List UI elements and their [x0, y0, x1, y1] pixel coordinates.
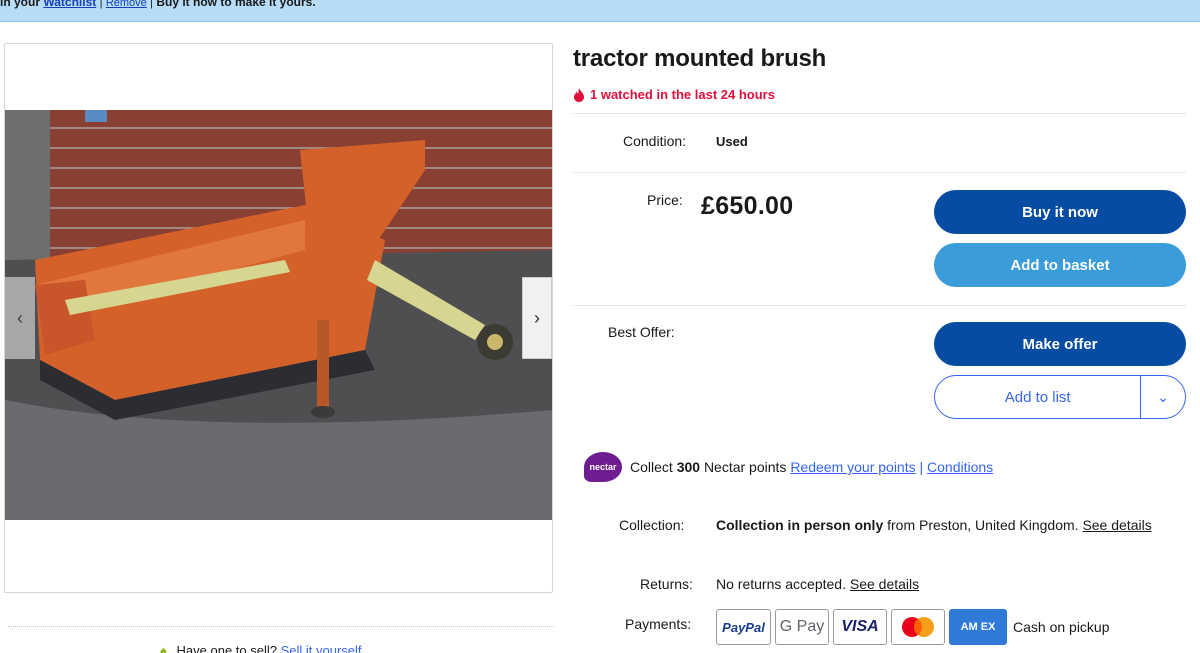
- cash-on-pickup: Cash on pickup: [1013, 619, 1110, 635]
- sell-it-yourself-link[interactable]: Sell it yourself: [281, 643, 362, 653]
- amex-icon: AM EX: [949, 609, 1007, 645]
- sell-prompt: ♠ Have one to sell? Sell it yourself: [160, 643, 362, 653]
- divider: [573, 172, 1186, 173]
- add-to-basket-button[interactable]: Add to basket: [934, 243, 1186, 287]
- chevron-left-icon: ‹: [17, 307, 23, 328]
- add-to-list-button[interactable]: Add to list: [935, 389, 1140, 406]
- leaf-icon: ♠: [160, 643, 167, 653]
- best-offer-label: Best Offer:: [608, 324, 675, 340]
- watch-count: 1 watched in the last 24 hours: [573, 87, 775, 102]
- google-pay-icon: G Pay: [775, 609, 829, 645]
- remove-link[interactable]: Remove: [106, 0, 147, 9]
- item-photo[interactable]: [5, 110, 552, 520]
- collection-see-details-link[interactable]: See details: [1082, 517, 1151, 533]
- visa-icon: VISA: [833, 609, 887, 645]
- payments-label: Payments:: [625, 616, 692, 632]
- add-to-list-control: Add to list ⌄: [934, 375, 1186, 419]
- watchlist-link[interactable]: Watchlist: [43, 0, 96, 9]
- flame-icon: [574, 87, 584, 102]
- banner-message: Buy it now to make it yours.: [156, 0, 316, 9]
- redeem-points-link[interactable]: Redeem your points: [790, 459, 915, 475]
- chevron-right-icon: ›: [534, 307, 540, 328]
- make-offer-button[interactable]: Make offer: [934, 322, 1186, 366]
- nectar-logo: nectar: [584, 452, 622, 482]
- condition-label: Condition:: [623, 133, 687, 149]
- buy-it-now-button[interactable]: Buy it now: [934, 190, 1186, 234]
- nectar-promo: nectar Collect 300 Nectar points Redeem …: [584, 452, 993, 482]
- chevron-down-icon[interactable]: ⌄: [1141, 389, 1185, 406]
- mastercard-icon: [891, 609, 945, 645]
- paypal-icon: PayPal: [716, 609, 771, 645]
- price-value: £650.00: [701, 192, 794, 220]
- conditions-link[interactable]: Conditions: [927, 459, 993, 475]
- returns-label: Returns:: [640, 576, 693, 592]
- payment-methods: PayPal G Pay VISA AM EX Cash on pickup: [716, 609, 1110, 645]
- watchlist-banner: in your Watchlist | Remove | Buy it now …: [0, 0, 1200, 22]
- banner-prefix: in your: [0, 0, 41, 9]
- collection-value: Collection in person only from Preston, …: [716, 517, 1152, 533]
- condition-value: Used: [716, 134, 748, 149]
- price-label: Price:: [647, 192, 683, 208]
- collection-label: Collection:: [619, 517, 685, 533]
- returns-value: No returns accepted. See details: [716, 576, 920, 592]
- returns-see-details-link[interactable]: See details: [850, 576, 919, 592]
- next-image-button[interactable]: ›: [522, 277, 552, 359]
- item-title: tractor mounted brush: [573, 45, 827, 72]
- image-gallery: ‹ ›: [4, 43, 553, 593]
- previous-image-button[interactable]: ‹: [5, 277, 35, 359]
- divider: [8, 626, 554, 627]
- divider: [573, 113, 1186, 114]
- divider: [573, 305, 1186, 306]
